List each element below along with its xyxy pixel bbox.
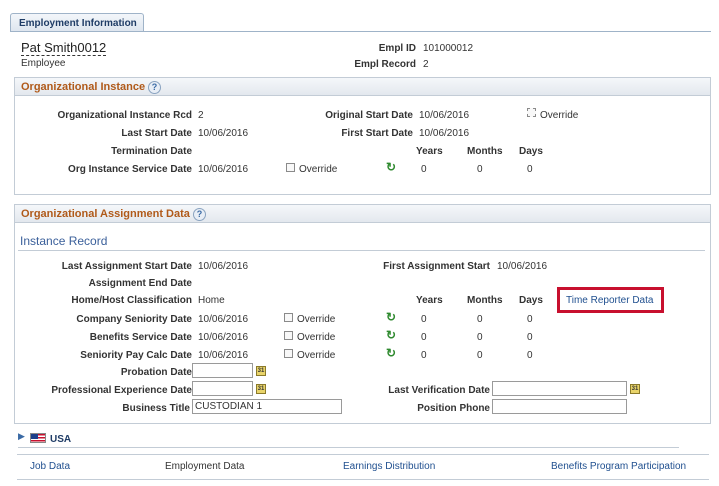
row-years-value: 0 (421, 350, 427, 361)
years-header: Years (416, 295, 443, 306)
country-section (18, 432, 679, 448)
classification-label: Home/Host Classification (71, 295, 192, 306)
empl-id-value: 101000012 (423, 43, 474, 54)
instance-record-heading: Instance Record (20, 234, 108, 248)
row-months-value: 0 (477, 332, 483, 343)
refresh-icon[interactable]: ↻ (386, 346, 396, 360)
benefits-service-value: 10/06/2016 (198, 332, 249, 343)
position-phone-input[interactable] (492, 399, 627, 414)
org-service-override-checkbox[interactable] (286, 163, 295, 172)
refresh-icon[interactable]: ↻ (386, 310, 396, 324)
refresh-icon[interactable]: ↻ (386, 160, 396, 174)
org-instance-title: Organizational Instance (21, 81, 146, 93)
employee-name: Pat Smith0012 (21, 40, 107, 56)
org-instance-header: Organizational Instance ? (15, 78, 710, 96)
years-header: Years (416, 146, 443, 157)
calendar-icon[interactable]: 31 (630, 384, 640, 394)
classification-value: Home (198, 295, 225, 306)
org-service-date-value: 10/06/2016 (198, 164, 249, 175)
original-start-override-label: Override (540, 110, 579, 121)
org-instance-rcd-value: 2 (198, 110, 204, 121)
original-start-label: Original Start Date (325, 110, 413, 121)
row-days-value: 0 (527, 332, 533, 343)
empl-record-label: Empl Record (354, 59, 416, 70)
expand-arrow-icon[interactable]: ▶ (18, 431, 25, 442)
first-start-value: 10/06/2016 (419, 128, 470, 139)
country-label[interactable]: USA (50, 434, 71, 445)
first-assignment-start-value: 10/06/2016 (497, 261, 548, 272)
calendar-icon[interactable]: 31 (256, 366, 266, 376)
company-seniority-label: Company Seniority Date (76, 314, 192, 325)
benefits-program-participation-link[interactable]: Benefits Program Participation (551, 461, 686, 472)
months-header: Months (467, 295, 503, 306)
org-months-value: 0 (477, 164, 483, 175)
org-instance-rcd-label: Organizational Instance Rcd (57, 110, 192, 121)
last-verification-input[interactable] (492, 381, 627, 396)
org-service-date-label: Org Instance Service Date (68, 164, 192, 175)
company-seniority-override-label: Override (297, 314, 336, 325)
row-days-value: 0 (527, 314, 533, 325)
help-icon[interactable]: ? (193, 208, 206, 221)
probation-date-input[interactable] (192, 363, 253, 378)
calendar-icon[interactable]: 31 (256, 384, 266, 394)
benefits-service-override-label: Override (297, 332, 336, 343)
assignment-end-label: Assignment End Date (88, 278, 192, 289)
org-service-override-label: Override (299, 164, 338, 175)
time-reporter-data-link[interactable]: Time Reporter Data (566, 295, 653, 306)
position-phone-label: Position Phone (417, 403, 490, 414)
benefits-service-override-checkbox[interactable] (284, 331, 293, 340)
business-title-input[interactable] (192, 399, 342, 414)
last-assignment-start-value: 10/06/2016 (198, 261, 249, 272)
professional-experience-input[interactable] (192, 381, 253, 396)
org-years-value: 0 (421, 164, 427, 175)
empl-record-value: 2 (423, 59, 429, 70)
row-months-value: 0 (477, 350, 483, 361)
company-seniority-value: 10/06/2016 (198, 314, 249, 325)
empl-id-label: Empl ID (378, 43, 416, 54)
months-header: Months (467, 146, 503, 157)
days-header: Days (519, 146, 543, 157)
tab-divider (10, 31, 711, 32)
company-seniority-override-checkbox[interactable] (284, 313, 293, 322)
original-start-value: 10/06/2016 (419, 110, 470, 121)
last-assignment-start-label: Last Assignment Start Date (61, 261, 192, 272)
row-days-value: 0 (527, 350, 533, 361)
row-years-value: 0 (421, 314, 427, 325)
last-start-label: Last Start Date (121, 128, 192, 139)
last-start-value: 10/06/2016 (198, 128, 249, 139)
assignment-header: Organizational Assignment Data ? (15, 205, 710, 223)
row-years-value: 0 (421, 332, 427, 343)
professional-experience-label: Professional Experience Date (51, 385, 192, 396)
days-header: Days (519, 295, 543, 306)
business-title-label: Business Title (122, 403, 190, 414)
help-icon[interactable]: ? (148, 81, 161, 94)
usa-flag-icon (30, 433, 46, 443)
seniority-pay-calc-value: 10/06/2016 (198, 350, 249, 361)
probation-date-label: Probation Date (120, 367, 192, 378)
seniority-pay-calc-label: Seniority Pay Calc Date (80, 350, 192, 361)
last-verification-label: Last Verification Date (388, 385, 490, 396)
termination-label: Termination Date (111, 146, 192, 157)
row-months-value: 0 (477, 314, 483, 325)
earnings-distribution-link[interactable]: Earnings Distribution (343, 461, 435, 472)
assignment-title: Organizational Assignment Data (21, 208, 190, 220)
seniority-pay-calc-override-checkbox[interactable] (284, 349, 293, 358)
employee-role: Employee (21, 58, 66, 69)
employment-data-link: Employment Data (165, 461, 245, 472)
seniority-pay-calc-override-label: Override (297, 350, 336, 361)
first-assignment-start-label: First Assignment Start (383, 261, 490, 272)
job-data-link[interactable]: Job Data (30, 461, 70, 472)
benefits-service-label: Benefits Service Date (89, 332, 192, 343)
instance-record-divider (18, 250, 705, 251)
org-days-value: 0 (527, 164, 533, 175)
first-start-label: First Start Date (341, 128, 413, 139)
tab-employment-information[interactable]: Employment Information (10, 13, 144, 32)
refresh-icon[interactable]: ↻ (386, 328, 396, 342)
original-start-override-checkbox[interactable] (527, 108, 536, 117)
